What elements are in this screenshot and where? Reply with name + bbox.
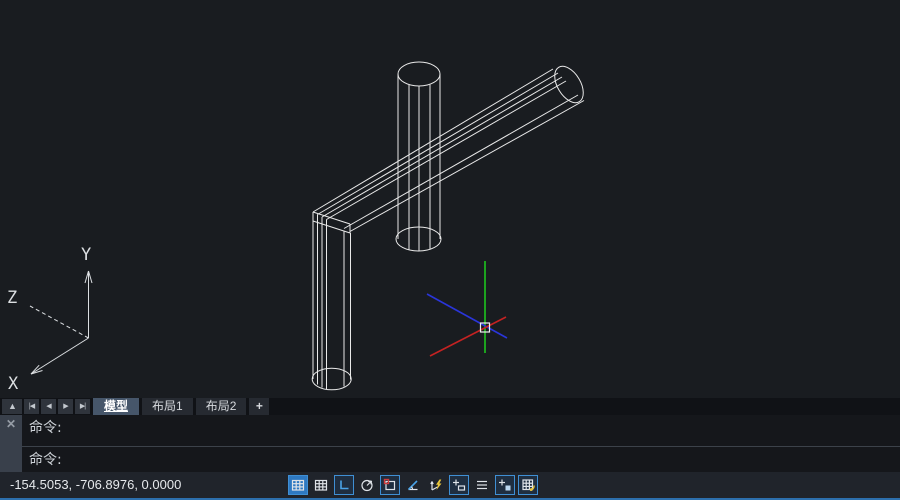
ucs-icon: X Y Z: [7, 245, 92, 394]
coordinate-readout[interactable]: -154.5053, -706.8976, 0.0000: [10, 472, 181, 498]
crosshair-cursor: [427, 261, 507, 356]
tab-layout1[interactable]: 布局1: [142, 398, 193, 415]
status-bar: -154.5053, -706.8976, 0.0000: [0, 472, 900, 500]
grid-display-icon[interactable]: [288, 475, 308, 495]
cad-application-window: X Y Z ▲ |◀ ◀ ▶ ▶| 模型 布局1 布局2 + ✕ 命令:: [0, 0, 900, 500]
snap-mode-icon[interactable]: [311, 475, 331, 495]
lineweight-icon[interactable]: [472, 475, 492, 495]
ortho-mode-icon[interactable]: [334, 475, 354, 495]
layout-tab-bar: ▲ |◀ ◀ ▶ ▶| 模型 布局1 布局2 +: [0, 398, 900, 415]
prev-tab-button[interactable]: ◀: [41, 399, 56, 414]
object-snap-icon[interactable]: [380, 475, 400, 495]
menu-up-button[interactable]: ▲: [2, 399, 22, 414]
tab-layout2[interactable]: 布局2: [196, 398, 247, 415]
dynamic-ucs-icon[interactable]: [426, 475, 446, 495]
command-line-panel: ✕ 命令: 命令:: [0, 415, 900, 472]
pipe-wireframe-model[interactable]: [312, 61, 589, 389]
last-tab-button[interactable]: ▶|: [75, 399, 90, 414]
tab-model[interactable]: 模型: [93, 398, 139, 415]
selection-cycling-icon[interactable]: [495, 475, 515, 495]
command-panel-gutter: ✕: [0, 415, 22, 472]
ucs-z-label: Z: [7, 288, 17, 308]
command-history-line: 命令:: [22, 415, 900, 446]
ucs-x-label: X: [8, 374, 19, 394]
close-icon[interactable]: ✕: [0, 415, 22, 433]
first-tab-button[interactable]: |◀: [24, 399, 39, 414]
next-tab-button[interactable]: ▶: [58, 399, 73, 414]
polar-tracking-icon[interactable]: [357, 475, 377, 495]
drawing-viewport[interactable]: X Y Z: [0, 0, 900, 398]
command-input-line[interactable]: 命令:: [22, 447, 900, 472]
object-snap-tracking-icon[interactable]: [403, 475, 423, 495]
dynamic-input-icon[interactable]: [449, 475, 469, 495]
ucs-y-label: Y: [81, 245, 91, 265]
status-toggle-icons: [288, 475, 538, 495]
annotation-monitor-icon[interactable]: [518, 475, 538, 495]
add-layout-tab-button[interactable]: +: [249, 398, 269, 415]
